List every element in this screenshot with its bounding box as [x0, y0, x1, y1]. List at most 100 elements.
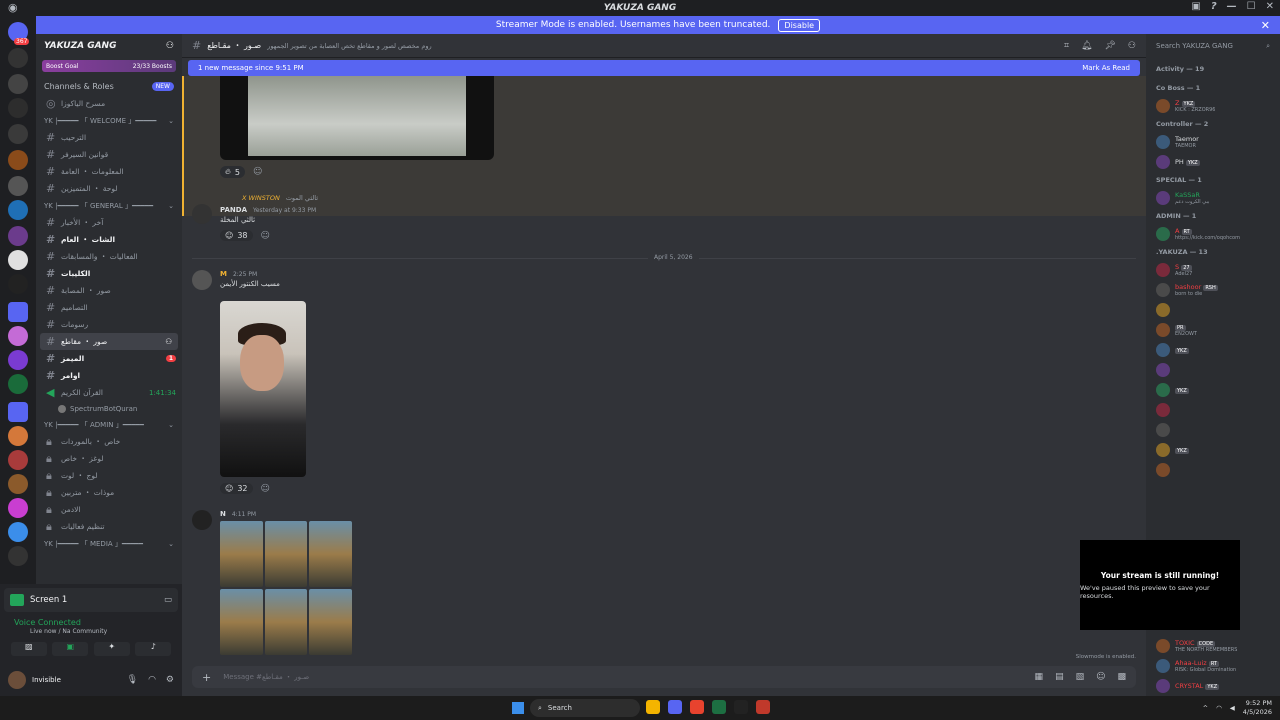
screen-share-button[interactable]: ▣	[52, 642, 89, 656]
add-member-icon[interactable]: ⚇	[166, 41, 174, 51]
server-icon[interactable]	[8, 200, 28, 220]
channel-item[interactable]: # صور ・ المصابة	[36, 282, 182, 299]
excel-icon[interactable]	[712, 700, 726, 714]
channel-item[interactable]: 🔒︎ موذات ・ متربين	[36, 484, 182, 501]
member-search[interactable]: Search YAKUZA GANG ⌕	[1146, 34, 1280, 58]
close-icon[interactable]: ✕	[1261, 19, 1270, 32]
clock[interactable]: 9:52 PM 4/5/2026	[1243, 699, 1272, 717]
boost-goal-bar[interactable]: Boost Goal 23/33 Boosts	[42, 60, 176, 72]
avatar[interactable]	[192, 270, 212, 290]
stage-channel[interactable]: ◎ مسرح الياكوزا	[36, 95, 182, 112]
maximize-icon[interactable]: ☐	[1247, 1, 1256, 12]
server-icon[interactable]	[8, 48, 28, 68]
mark-read-button[interactable]: Mark As Read	[1082, 64, 1130, 72]
server-icon[interactable]	[8, 250, 28, 270]
server-icon[interactable]	[8, 176, 28, 196]
gallery-image[interactable]	[220, 521, 263, 587]
member-item[interactable]	[1146, 360, 1280, 380]
member-item[interactable]: YKZ	[1146, 380, 1280, 400]
gift-icon[interactable]: ▦	[1035, 672, 1044, 682]
channel-item[interactable]: # الكليبات	[36, 265, 182, 282]
gallery-image[interactable]	[264, 521, 308, 587]
channel-item[interactable]: # الترحيب	[36, 129, 182, 146]
gallery-image[interactable]	[220, 589, 263, 655]
reaction[interactable]: ☺ 38	[220, 230, 253, 241]
avatar[interactable]	[192, 204, 212, 224]
channel-item[interactable]: # اوامر	[36, 367, 182, 384]
app-icon[interactable]	[734, 700, 748, 714]
member-item[interactable]: Taemor TAEMOR	[1146, 132, 1280, 152]
server-icon[interactable]	[8, 74, 28, 94]
channel-item[interactable]: # رسومات	[36, 316, 182, 333]
member-item[interactable]: CRYSTAL YKZ	[1146, 676, 1280, 696]
channel-item-active[interactable]: # صور ・ مقاطع ⚇	[40, 333, 178, 350]
add-attachment-icon[interactable]: +	[202, 671, 211, 684]
add-reaction-icon[interactable]: ☺	[253, 167, 262, 177]
server-header[interactable]: YAKUZA GANG ⚇	[36, 34, 182, 58]
member-item[interactable]: TOXIC CODE THE NORTH REMEMBERS	[1146, 636, 1280, 656]
username[interactable]: M	[220, 270, 227, 278]
discord-taskbar-icon[interactable]	[668, 700, 682, 714]
screen-share-tile[interactable]: Screen 1 ▭	[4, 588, 178, 612]
activities-button[interactable]: ✦	[93, 642, 130, 656]
server-icon[interactable]	[8, 326, 28, 346]
apps-icon[interactable]: ▩	[1117, 672, 1126, 682]
volume-icon[interactable]: ◀	[1230, 704, 1235, 712]
username[interactable]: PANDA	[220, 206, 247, 214]
member-item[interactable]: KaSSaR يبي الكروت دعم	[1146, 188, 1280, 208]
channel-item[interactable]: # الشات ・ العام	[36, 231, 182, 248]
app-icon[interactable]	[756, 700, 770, 714]
channel-item[interactable]: 🔒︎ خاص ・ بالموردات	[36, 433, 182, 450]
category-admin[interactable]: YK |━━━━━ 「 ADMIN 」━━━━━ ⌄	[36, 416, 182, 433]
members-icon[interactable]: ⚇	[1128, 41, 1136, 51]
member-item[interactable]: Ahaa-Luiz RT RISK: Global Domination	[1146, 656, 1280, 676]
image-gallery[interactable]	[220, 521, 352, 655]
wifi-icon[interactable]: ◠	[1216, 704, 1222, 712]
new-messages-bar[interactable]: 1 new message since 9:51 PM Mark As Read	[188, 60, 1140, 76]
taskbar-search[interactable]: ⌕ Search	[530, 699, 640, 717]
channels-roles-link[interactable]: Channels & Roles NEW	[36, 74, 182, 95]
channel-item[interactable]: 🔒︎ الادمن	[36, 501, 182, 518]
tray-chevron-icon[interactable]: ^	[1203, 704, 1208, 712]
threads-icon[interactable]: ⌗	[1064, 41, 1069, 51]
microphone-icon[interactable]: 🎙︎	[127, 675, 138, 685]
member-item[interactable]: A RT https://kick.com/oqohcom	[1146, 224, 1280, 244]
server-icon[interactable]	[8, 98, 28, 118]
emoji-icon[interactable]: ☺	[1096, 672, 1105, 682]
channel-item[interactable]: # لوحة ・ المتميزين	[36, 180, 182, 197]
bell-icon[interactable]: 🔔︎	[1081, 41, 1092, 51]
member-item[interactable]: YKZ	[1146, 440, 1280, 460]
windows-start-icon[interactable]	[512, 702, 524, 714]
server-icon[interactable]	[8, 374, 28, 394]
server-icon[interactable]	[8, 522, 28, 542]
gallery-image[interactable]	[264, 589, 308, 655]
message-input[interactable]: Message #صـور ・ مقـاطع	[223, 672, 309, 682]
channel-item[interactable]: # التصاميم	[36, 299, 182, 316]
inbox-icon[interactable]: ▣	[1191, 1, 1200, 12]
category-welcome[interactable]: YK |━━━━━ 「 WELCOME 」━━━━━ ⌄	[36, 112, 182, 129]
search-input[interactable]: Search YAKUZA GANG	[1156, 42, 1233, 50]
popout-icon[interactable]: ▭	[164, 595, 172, 605]
channel-item[interactable]: # الميمز 1	[36, 350, 182, 367]
server-icon[interactable]	[8, 274, 28, 294]
member-item[interactable]: S 27 Adel27	[1146, 260, 1280, 280]
server-icon[interactable]	[8, 498, 28, 518]
server-icon[interactable]	[8, 474, 28, 494]
server-icon[interactable]	[8, 226, 28, 246]
message-image[interactable]	[220, 76, 494, 160]
channel-item[interactable]: 🔒︎ تنظيم فعاليات	[36, 518, 182, 535]
activity-header[interactable]: Activity — 19	[1146, 58, 1280, 80]
brave-icon[interactable]	[690, 700, 704, 714]
member-item[interactable]: bashoor RSH born to die	[1146, 280, 1280, 300]
voice-user[interactable]: SpectrumBotQuran	[36, 401, 182, 416]
add-member-icon[interactable]: ⚇	[165, 337, 172, 346]
folder-icon[interactable]	[8, 302, 28, 322]
reaction[interactable]: 🔥︎ 5	[220, 166, 245, 178]
gear-icon[interactable]: ⚙	[166, 675, 174, 685]
channel-item[interactable]: # قوانين السيرفر	[36, 146, 182, 163]
server-icon[interactable]	[8, 426, 28, 446]
avatar[interactable]	[192, 510, 212, 530]
soundboard-button[interactable]: ♪	[135, 642, 172, 656]
gif-icon[interactable]: ▤	[1055, 672, 1064, 682]
member-item[interactable]	[1146, 420, 1280, 440]
